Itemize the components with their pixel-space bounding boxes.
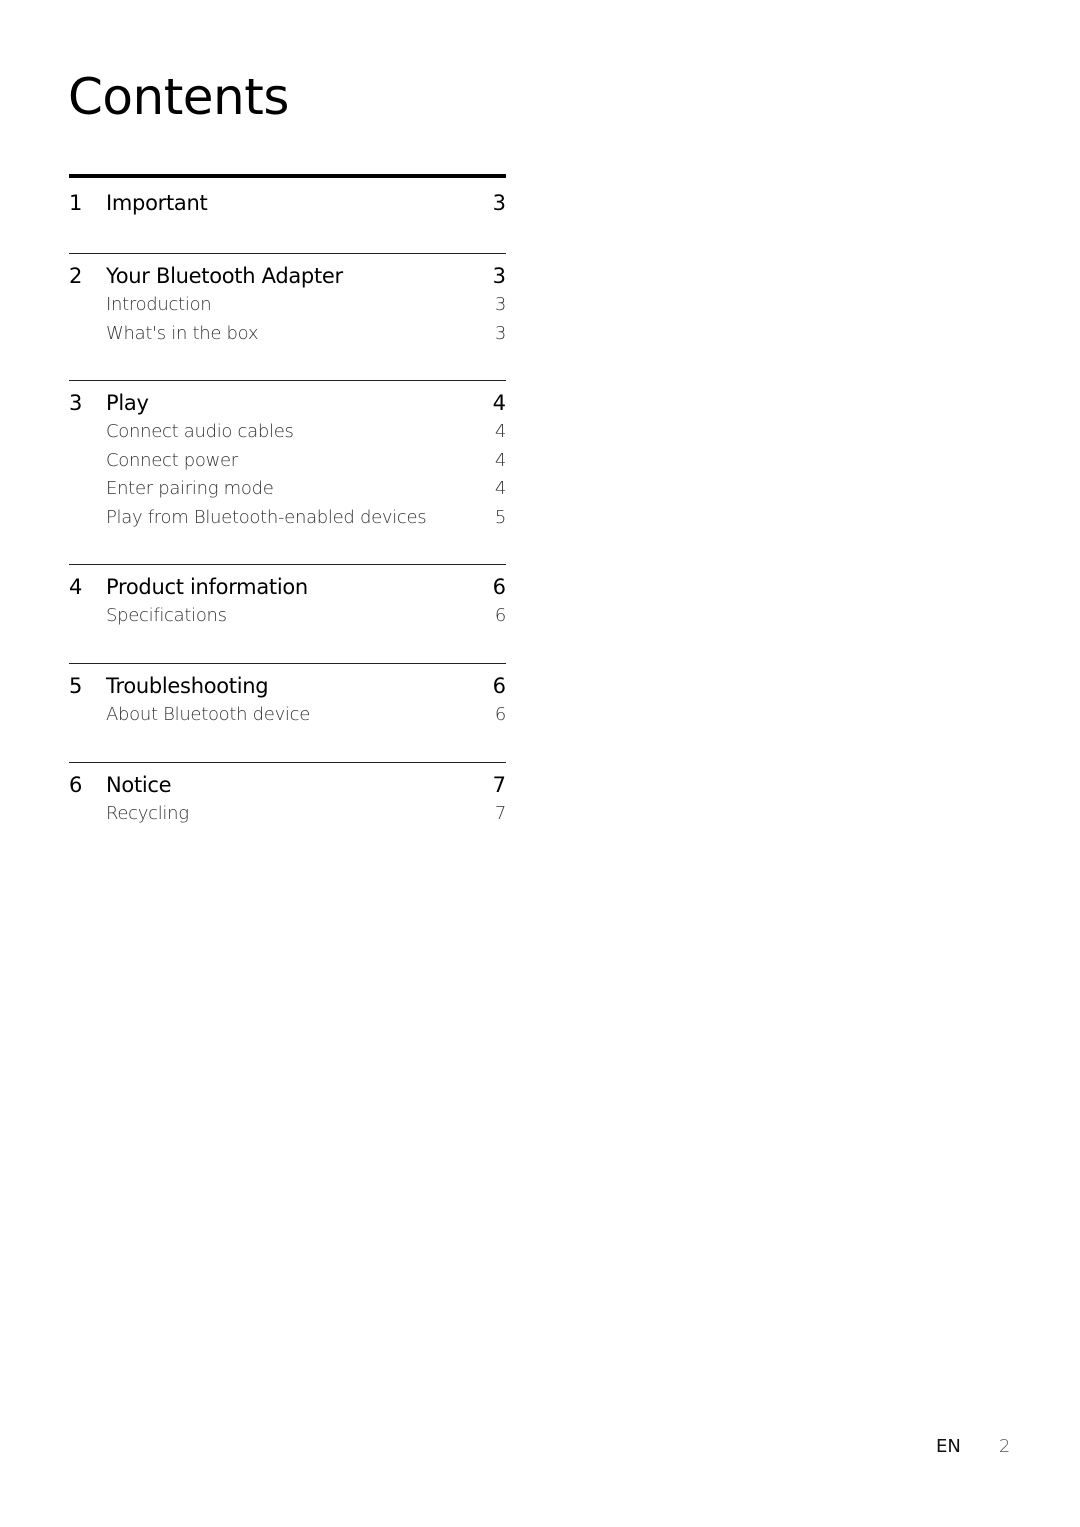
- toc-subentry-whats-in-the-box[interactable]: What's in the box 3: [69, 320, 506, 349]
- toc-subentry-play-from-bluetooth-devices[interactable]: Play from Bluetooth-enabled devices 5: [69, 504, 506, 533]
- section-number: 5: [69, 674, 83, 698]
- subsection-title: Play from Bluetooth-enabled devices: [106, 506, 427, 528]
- subsection-title: Introduction: [106, 294, 212, 315]
- toc-entry-play[interactable]: 3 Play 4: [69, 388, 506, 418]
- section-number: 1: [69, 191, 83, 215]
- toc-entry-important[interactable]: 1 Important 3: [69, 188, 506, 218]
- subsection-page: 5: [494, 506, 506, 528]
- toc-subentry-about-bluetooth-device[interactable]: About Bluetooth device 6: [69, 701, 506, 730]
- subsection-page: 7: [494, 803, 506, 824]
- subsection-title: What's in the box: [106, 322, 259, 344]
- toc-section-troubleshooting: 5 Troubleshooting 6 About Bluetooth devi…: [69, 663, 506, 762]
- subsection-title: Connect audio cables: [106, 421, 294, 442]
- subsection-title: Connect power: [106, 449, 238, 471]
- section-title: Important: [106, 191, 208, 215]
- subsection-page: 4: [494, 421, 506, 442]
- page-number: 2: [998, 1436, 1011, 1457]
- language-code: EN: [936, 1436, 961, 1457]
- subsection-page: 6: [494, 605, 506, 626]
- toc-entry-your-bluetooth-adapter[interactable]: 2 Your Bluetooth Adapter 3: [69, 261, 506, 291]
- toc-subentry-enter-pairing-mode[interactable]: Enter pairing mode 4: [69, 475, 506, 504]
- section-number: 6: [69, 773, 83, 797]
- subsection-title: Specifications: [106, 605, 227, 626]
- toc-subentry-connect-power[interactable]: Connect power 4: [69, 447, 506, 476]
- toc-subentry-specifications[interactable]: Specifications 6: [69, 602, 506, 631]
- subsection-title: Recycling: [106, 803, 189, 824]
- section-page: 3: [492, 191, 506, 215]
- page-title: Contents: [68, 68, 289, 126]
- section-page: 6: [492, 575, 506, 599]
- subsection-page: 3: [494, 294, 506, 315]
- page-footer: EN 2: [936, 1436, 1010, 1457]
- table-of-contents: 1 Important 3 2 Your Bluetooth Adapter 3…: [69, 174, 506, 843]
- section-title: Your Bluetooth Adapter: [106, 264, 343, 288]
- section-number: 2: [69, 264, 83, 288]
- subsection-page: 6: [494, 704, 506, 725]
- section-page: 4: [492, 391, 506, 415]
- toc-section-important: 1 Important 3: [69, 174, 506, 253]
- section-title: Troubleshooting: [106, 674, 269, 698]
- toc-section-product-information: 4 Product information 6 Specifications 6: [69, 564, 506, 663]
- section-page: 3: [492, 264, 506, 288]
- toc-section-play: 3 Play 4 Connect audio cables 4 Connect …: [69, 380, 506, 564]
- section-title: Product information: [106, 575, 308, 599]
- subsection-page: 3: [494, 322, 506, 344]
- section-page: 6: [492, 674, 506, 698]
- toc-entry-product-information[interactable]: 4 Product information 6: [69, 572, 506, 602]
- subsection-page: 4: [494, 449, 506, 471]
- toc-section-your-bluetooth-adapter: 2 Your Bluetooth Adapter 3 Introduction …: [69, 253, 506, 380]
- toc-entry-notice[interactable]: 6 Notice 7: [69, 770, 506, 800]
- subsection-title: Enter pairing mode: [106, 478, 274, 499]
- section-title: Play: [106, 391, 149, 415]
- section-number: 4: [69, 575, 83, 599]
- section-title: Notice: [106, 773, 172, 797]
- toc-subentry-connect-audio-cables[interactable]: Connect audio cables 4: [69, 418, 506, 447]
- toc-subentry-recycling[interactable]: Recycling 7: [69, 800, 506, 829]
- section-number: 3: [69, 391, 83, 415]
- toc-entry-troubleshooting[interactable]: 5 Troubleshooting 6: [69, 671, 506, 701]
- subsection-title: About Bluetooth device: [106, 704, 311, 725]
- toc-subentry-introduction[interactable]: Introduction 3: [69, 291, 506, 320]
- subsection-page: 4: [494, 478, 506, 499]
- toc-section-notice: 6 Notice 7 Recycling 7: [69, 762, 506, 843]
- section-page: 7: [492, 773, 506, 797]
